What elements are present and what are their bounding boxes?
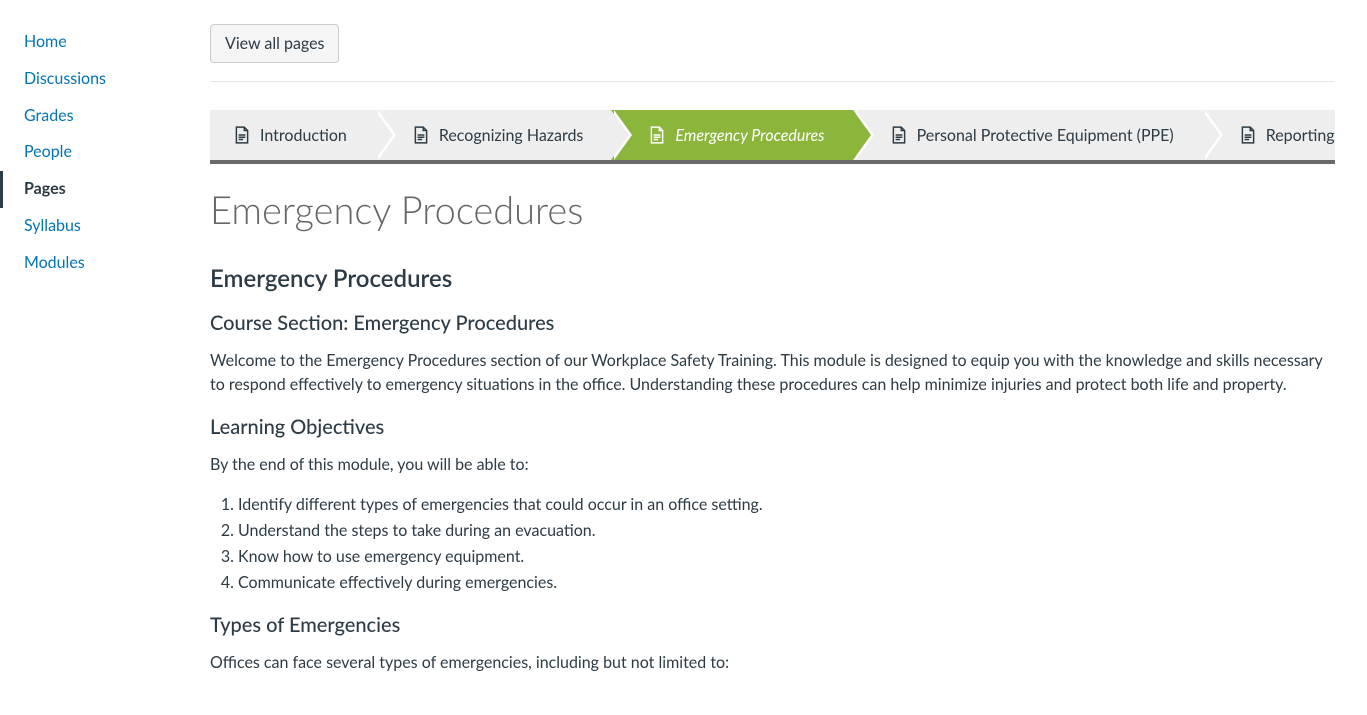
page-title: Emergency Procedures: [210, 188, 1335, 234]
sidebar-item-discussions[interactable]: Discussions: [0, 61, 192, 98]
list-item: Communicate effectively during emergenci…: [238, 571, 1335, 595]
main-content: View all pages Introduction Recognizing …: [192, 0, 1367, 715]
sidebar-item-grades[interactable]: Grades: [0, 98, 192, 135]
document-icon: [413, 126, 429, 144]
crumb-emergency-procedures[interactable]: Emergency Procedures: [611, 110, 852, 160]
crumb-label: Emergency Procedures: [675, 126, 824, 145]
objectives-list: Identify different types of emergencies …: [210, 493, 1335, 595]
crumb-label: Introduction: [260, 126, 347, 145]
list-item: Identify different types of emergencies …: [238, 493, 1335, 517]
crumb-introduction[interactable]: Introduction: [210, 110, 375, 160]
page-content: Emergency Procedures Course Section: Eme…: [210, 264, 1335, 675]
view-all-pages-button[interactable]: View all pages: [210, 24, 339, 63]
document-icon: [891, 126, 907, 144]
intro-paragraph: Welcome to the Emergency Procedures sect…: [210, 349, 1335, 397]
sidebar-item-pages[interactable]: Pages: [0, 171, 192, 208]
crumb-label: Recognizing Hazards: [439, 126, 584, 145]
objectives-intro: By the end of this module, you will be a…: [210, 453, 1335, 477]
content-heading: Emergency Procedures: [210, 264, 1335, 293]
document-icon: [1240, 126, 1256, 144]
crumb-recognizing-hazards[interactable]: Recognizing Hazards: [375, 110, 612, 160]
types-intro: Offices can face several types of emerge…: [210, 651, 1335, 675]
list-item: Know how to use emergency equipment.: [238, 545, 1335, 569]
list-item: Understand the steps to take during an e…: [238, 519, 1335, 543]
crumb-label: Personal Protective Equipment (PPE): [917, 126, 1174, 145]
document-icon: [649, 126, 665, 144]
sidebar-item-people[interactable]: People: [0, 134, 192, 171]
sidebar-item-modules[interactable]: Modules: [0, 245, 192, 282]
types-heading: Types of Emergencies: [210, 613, 1335, 637]
objectives-heading: Learning Objectives: [210, 415, 1335, 439]
sidebar-list: Home Discussions Grades People Pages Syl…: [0, 24, 192, 282]
divider: [210, 81, 1335, 82]
section-subheading: Course Section: Emergency Procedures: [210, 311, 1335, 335]
sidebar-nav: Home Discussions Grades People Pages Syl…: [0, 0, 192, 715]
crumb-label: Reporting Incidents: [1266, 126, 1335, 145]
document-icon: [234, 126, 250, 144]
module-breadcrumb: Introduction Recognizing Hazards Emergen…: [210, 110, 1335, 164]
sidebar-item-home[interactable]: Home: [0, 24, 192, 61]
sidebar-item-syllabus[interactable]: Syllabus: [0, 208, 192, 245]
crumb-ppe[interactable]: Personal Protective Equipment (PPE): [853, 110, 1202, 160]
